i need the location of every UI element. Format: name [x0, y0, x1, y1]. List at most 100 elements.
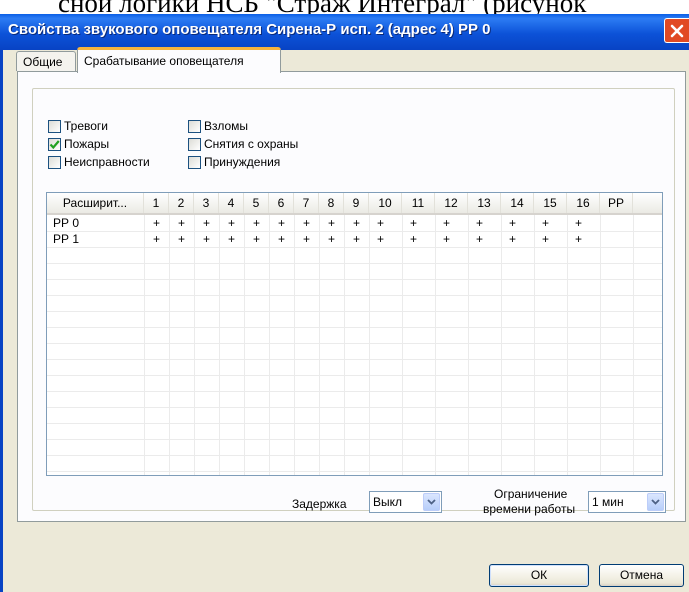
checkbox-faults[interactable]: Неисправности: [48, 155, 173, 170]
column-header[interactable]: 11: [402, 193, 435, 213]
grid-line: [47, 263, 662, 264]
column-header[interactable]: 3: [194, 193, 219, 213]
window-frame-left: [0, 50, 3, 592]
grid-cell[interactable]: +: [435, 231, 458, 247]
grid-cell[interactable]: +: [144, 215, 169, 231]
grid-cell[interactable]: +: [369, 215, 392, 231]
grid-cell[interactable]: +: [402, 231, 425, 247]
cancel-button[interactable]: Отмена: [599, 564, 684, 587]
grid-cell[interactable]: [600, 231, 633, 247]
column-header[interactable]: 7: [294, 193, 319, 213]
grid-line: [47, 423, 662, 424]
checkbox-box[interactable]: [188, 138, 201, 151]
column-header[interactable]: 5: [244, 193, 269, 213]
ok-button[interactable]: ОК: [489, 564, 589, 587]
grid-cell[interactable]: +: [244, 231, 269, 247]
grid-line: [47, 359, 662, 360]
grid-cell[interactable]: +: [344, 215, 369, 231]
checkbox-disarms[interactable]: Снятия с охраны: [188, 137, 318, 152]
grid-cell[interactable]: +: [269, 215, 294, 231]
grid-cell[interactable]: +: [294, 215, 319, 231]
grid-cell[interactable]: +: [244, 215, 269, 231]
column-header[interactable]: 1: [144, 193, 169, 213]
checkbox-fires-label: Пожары: [64, 137, 110, 151]
grid-cell[interactable]: +: [501, 215, 524, 231]
checkbox-alarms[interactable]: Тревоги: [48, 119, 158, 134]
grid-cell[interactable]: +: [435, 215, 458, 231]
checkbox-fires[interactable]: Пожары: [48, 137, 158, 152]
checkbox-faults-label: Неисправности: [64, 155, 150, 169]
grid-cell[interactable]: +: [501, 231, 524, 247]
grid-cell[interactable]: +: [269, 231, 294, 247]
grid-cell[interactable]: +: [194, 231, 219, 247]
time-limit-select[interactable]: 1 мин: [588, 491, 666, 513]
tab-siren-triggering[interactable]: Срабатывание оповещателя: [77, 47, 281, 73]
column-header[interactable]: 2: [169, 193, 194, 213]
grid-cell[interactable]: +: [169, 231, 194, 247]
grid-line: [194, 215, 195, 475]
grid-line: [369, 215, 370, 475]
column-header[interactable]: 12: [435, 193, 468, 213]
grid-cell[interactable]: +: [344, 231, 369, 247]
grid-cell[interactable]: [600, 215, 633, 231]
grid-line: [47, 247, 662, 248]
checkbox-alarms-label: Тревоги: [64, 119, 108, 133]
column-header[interactable]: 9: [344, 193, 369, 213]
close-button[interactable]: [664, 18, 689, 43]
title-bar[interactable]: Свойства звукового оповещателя Сирена-Р …: [0, 14, 689, 50]
grid-line: [435, 215, 436, 475]
grid-cell[interactable]: +: [194, 215, 219, 231]
grid-line: [47, 327, 662, 328]
column-header[interactable]: 13: [468, 193, 501, 213]
grid-cell[interactable]: +: [219, 215, 244, 231]
grid-line: [47, 471, 662, 472]
grid-cell[interactable]: +: [534, 231, 557, 247]
grid-cell[interactable]: +: [144, 231, 169, 247]
checkbox-duress-label: Принуждения: [204, 155, 281, 169]
grid-cell[interactable]: +: [567, 215, 590, 231]
close-icon: [670, 24, 684, 38]
grid-cell[interactable]: +: [319, 231, 344, 247]
column-header[interactable]: 4: [219, 193, 244, 213]
grid-cell[interactable]: +: [468, 231, 491, 247]
grid-cell[interactable]: +: [534, 215, 557, 231]
grid-cell[interactable]: +: [567, 231, 590, 247]
column-header[interactable]: 15: [534, 193, 567, 213]
chevron-down-icon: [427, 499, 436, 505]
checkbox-box[interactable]: [188, 120, 201, 133]
column-header[interactable]: 6: [269, 193, 294, 213]
column-header[interactable]: 16: [567, 193, 600, 213]
checkbox-breakins[interactable]: Взломы: [188, 119, 308, 134]
column-header[interactable]: 14: [501, 193, 534, 213]
time-limit-label-line1: Ограничение: [494, 487, 568, 501]
grid-cell[interactable]: +: [468, 215, 491, 231]
delay-select[interactable]: Выкл: [369, 491, 442, 513]
dropdown-button[interactable]: [423, 493, 440, 511]
column-header[interactable]: 8: [319, 193, 344, 213]
grid-cell[interactable]: +: [294, 231, 319, 247]
grid-line: [47, 343, 662, 344]
column-header-expander[interactable]: Расширит...: [47, 193, 144, 213]
grid-cell[interactable]: +: [169, 215, 194, 231]
column-header[interactable]: РР: [600, 193, 633, 213]
grid-cell[interactable]: +: [319, 215, 344, 231]
checkbox-box[interactable]: [48, 120, 61, 133]
grid-line: [600, 215, 601, 475]
grid-cell[interactable]: +: [402, 215, 425, 231]
checkbox-box[interactable]: [48, 138, 61, 151]
column-header[interactable]: 10: [369, 193, 402, 213]
chevron-down-icon: [651, 499, 660, 505]
checkbox-disarms-label: Снятия с охраны: [204, 137, 299, 151]
checkbox-box[interactable]: [48, 156, 61, 169]
delay-label: Задержка: [292, 497, 347, 511]
checkbox-breakins-label: Взломы: [204, 119, 249, 133]
expander-matrix-grid[interactable]: Расширит... 1 2 3 4 5 6 7 8 9 10 11 12 1…: [46, 192, 663, 476]
dropdown-button[interactable]: [647, 493, 664, 511]
tab-general[interactable]: Общие: [16, 51, 76, 71]
grid-cell[interactable]: +: [219, 231, 244, 247]
checkbox-duress[interactable]: Принуждения: [188, 155, 308, 170]
grid-line: [633, 215, 634, 475]
grid-line: [269, 215, 270, 475]
grid-cell[interactable]: +: [369, 231, 392, 247]
checkbox-box[interactable]: [188, 156, 201, 169]
